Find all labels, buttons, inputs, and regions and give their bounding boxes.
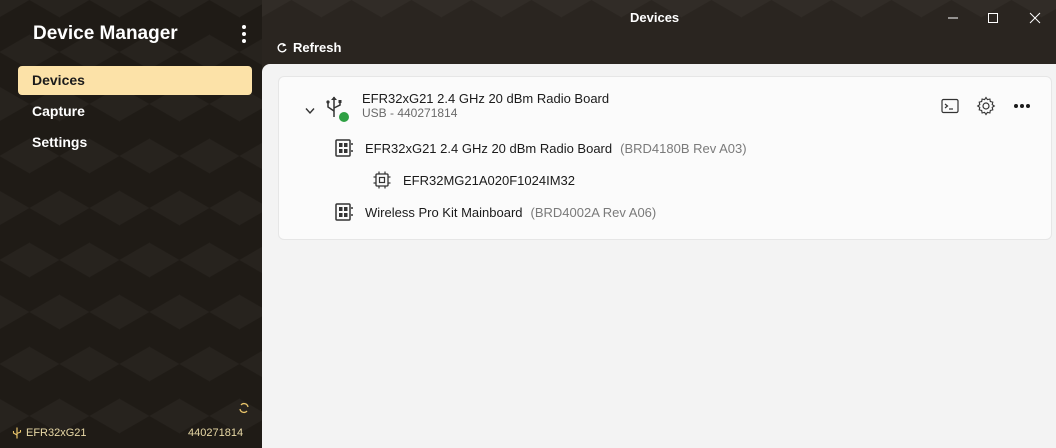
more-options-button[interactable] (1011, 95, 1033, 117)
footer-device[interactable]: EFR32xG21 (12, 427, 87, 439)
maximize-icon (988, 13, 998, 23)
gear-icon (976, 96, 996, 116)
maximize-button[interactable] (970, 6, 1016, 30)
main-content: EFR32xG21 2.4 GHz 20 dBm Radio Board USB… (262, 64, 1056, 448)
tree-item-name: EFR32xG21 2.4 GHz 20 dBm Radio Board (365, 140, 613, 156)
more-menu-icon[interactable] (238, 25, 250, 45)
sidebar-nav: Devices Capture Settings (18, 66, 252, 159)
tree-item-name: EFR32MG21A020F1024IM32 (403, 172, 575, 188)
device-card: EFR32xG21 2.4 GHz 20 dBm Radio Board USB… (278, 76, 1052, 240)
refresh-button[interactable]: Refresh (276, 40, 341, 55)
device-connection: USB - 440271814 (362, 106, 458, 120)
connection-status-dot (339, 112, 349, 122)
refresh-label: Refresh (293, 40, 342, 55)
tree-item-radio-board[interactable]: EFR32xG21 2.4 GHz 20 dBm Radio Board (BR… (335, 139, 747, 157)
chevron-down-icon[interactable] (305, 107, 315, 115)
board-icon (335, 203, 353, 221)
close-button[interactable] (1012, 6, 1056, 30)
sidebar-item-settings[interactable]: Settings (18, 128, 252, 157)
window-title: Devices (630, 10, 680, 25)
tree-item-mainboard[interactable]: Wireless Pro Kit Mainboard (BRD4002A Rev… (335, 203, 656, 221)
terminal-icon (941, 98, 959, 114)
terminal-button[interactable] (939, 95, 961, 117)
settings-button[interactable] (975, 95, 997, 117)
sidebar-item-devices[interactable]: Devices (18, 66, 252, 95)
ellipsis-icon (1014, 104, 1030, 108)
tree-item-name: Wireless Pro Kit Mainboard (365, 204, 523, 220)
footer-device-label: EFR32xG21 (26, 427, 87, 439)
sync-icon[interactable] (238, 402, 250, 414)
footer-serial: 440271814 (188, 427, 244, 439)
board-icon (335, 139, 353, 157)
minimize-icon (948, 17, 958, 19)
tree-item-detail: (BRD4180B Rev A03) (620, 140, 747, 156)
tree-item-detail: (BRD4002A Rev A06) (530, 204, 657, 220)
device-name: EFR32xG21 2.4 GHz 20 dBm Radio Board (362, 91, 610, 106)
tree-item-chip[interactable]: EFR32MG21A020F1024IM32 (373, 171, 575, 189)
app-title: Device Manager (33, 23, 178, 44)
refresh-icon (277, 42, 287, 52)
usb-icon (12, 427, 22, 439)
chip-icon (373, 171, 391, 189)
close-icon (1029, 12, 1041, 24)
device-actions (939, 95, 1033, 117)
sidebar-item-capture[interactable]: Capture (18, 97, 252, 126)
